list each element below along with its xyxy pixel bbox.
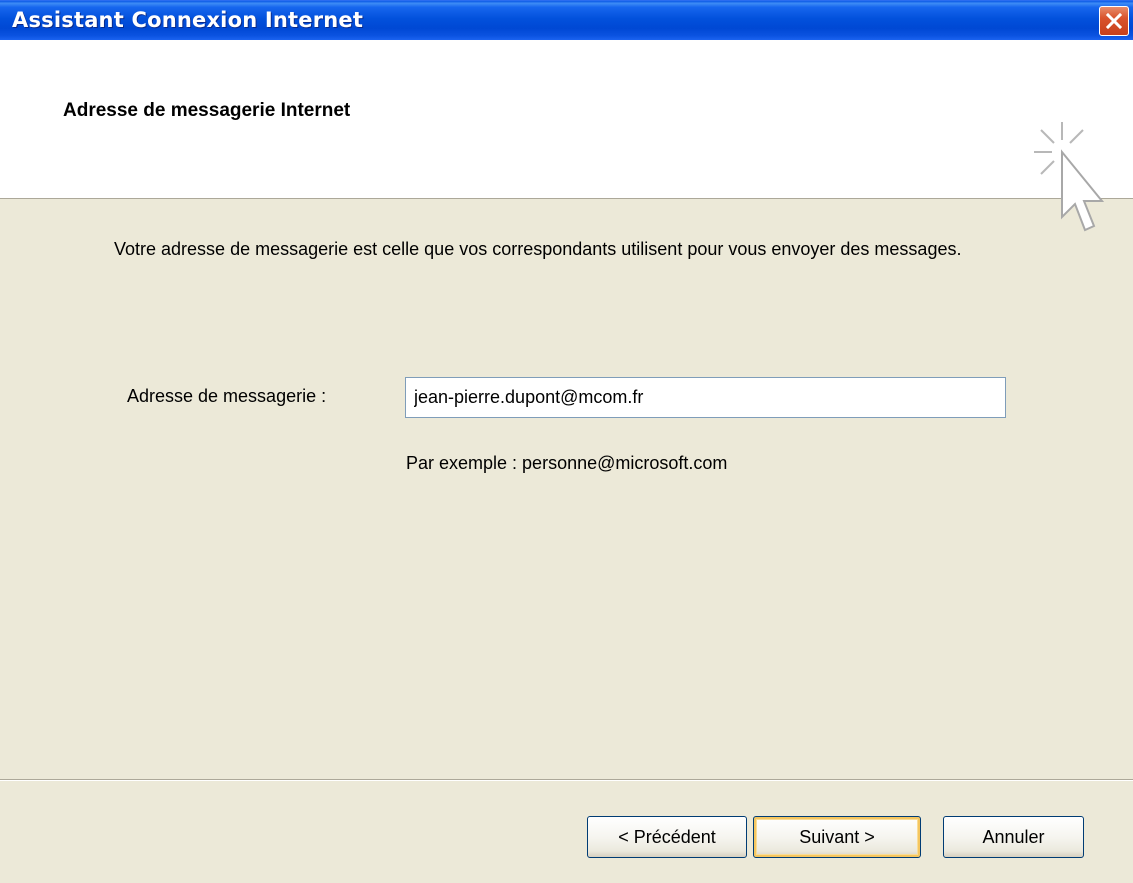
window-title: Assistant Connexion Internet: [12, 8, 364, 32]
wizard-window: Assistant Connexion Internet Adresse de …: [0, 0, 1133, 883]
footer-divider: [0, 779, 1133, 781]
email-label: Adresse de messagerie :: [127, 386, 327, 406]
page-title: Adresse de messagerie Internet: [63, 100, 351, 121]
next-button[interactable]: Suivant >: [753, 816, 921, 858]
description-text: Votre adresse de messagerie est celle qu…: [114, 239, 962, 259]
back-button[interactable]: < Précédent: [587, 816, 747, 858]
cursor-sparkle-icon: [1034, 122, 1105, 232]
example-text: Par exemple : personne@microsoft.com: [406, 453, 728, 473]
close-button[interactable]: [1099, 6, 1129, 36]
wizard-header: Adresse de messagerie Internet: [0, 40, 1133, 232]
cancel-button[interactable]: Annuler: [943, 816, 1084, 858]
email-field[interactable]: [405, 377, 1006, 418]
close-icon: [1105, 12, 1123, 30]
title-bar[interactable]: Assistant Connexion Internet: [0, 0, 1133, 40]
